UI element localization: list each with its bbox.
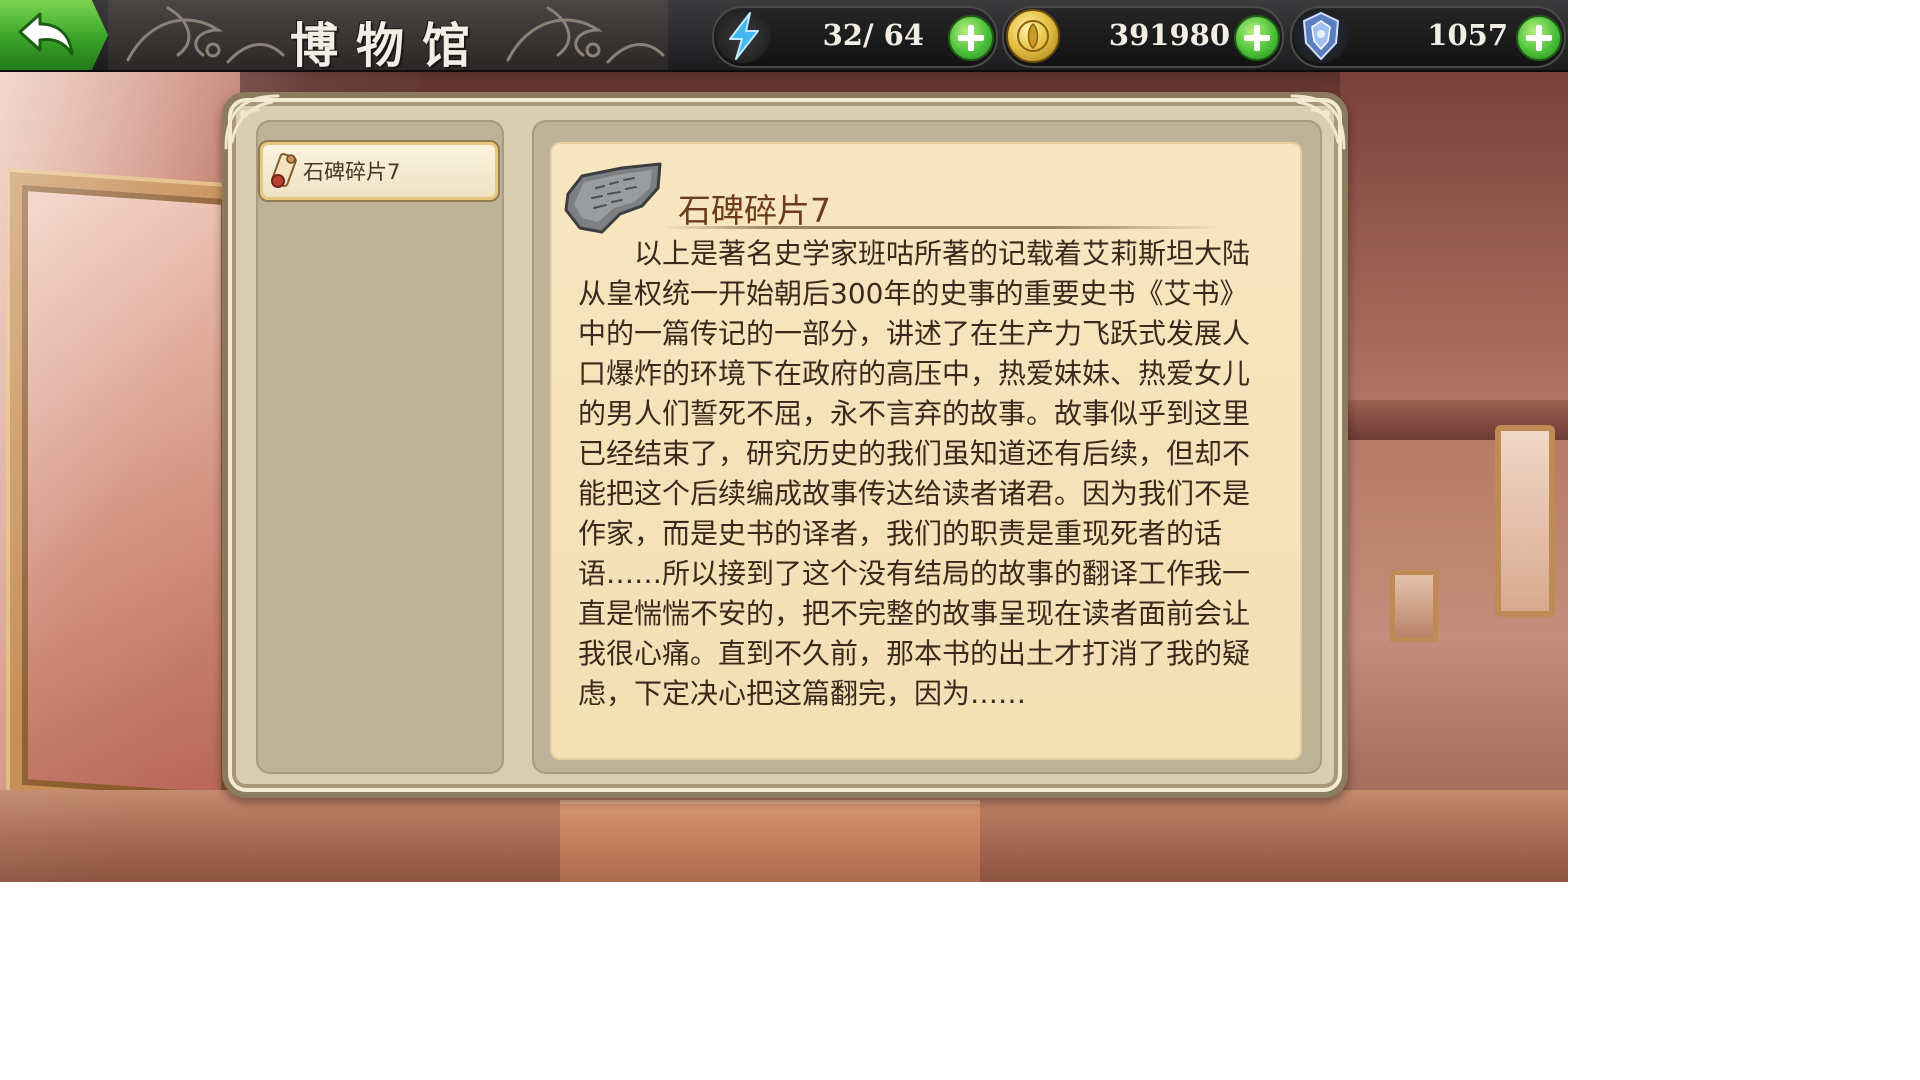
detail-panel: 石碑碎片7 以上是著名史学家班咕所著的记载着艾莉斯坦大陆从皇权统一开始朝后300…	[532, 120, 1322, 774]
detail-card: 石碑碎片7 以上是著名史学家班咕所著的记载着艾莉斯坦大陆从皇权统一开始朝后300…	[550, 142, 1302, 760]
background-bench	[560, 800, 980, 882]
collection-item-label: 石碑碎片7	[303, 160, 401, 184]
add-gems-button[interactable]	[1516, 15, 1562, 61]
gold-coin-icon	[1006, 9, 1060, 63]
collection-list: 石碑碎片7	[256, 120, 504, 774]
background-small-painting	[1390, 570, 1438, 642]
gold-counter: 391980	[1002, 6, 1284, 68]
gem-counter: 1057	[1290, 6, 1566, 68]
top-bar: 博物馆 32/ 64 391980 1057	[0, 0, 1568, 74]
page-title: 博物馆	[290, 18, 489, 74]
scroll-icon	[271, 153, 297, 188]
stamina-value: 32/ 64	[822, 18, 924, 52]
background-painting-frame	[10, 171, 239, 813]
back-arrow-icon	[18, 12, 74, 56]
item-title: 石碑碎片7	[678, 191, 831, 230]
gem-value: 1057	[1427, 18, 1508, 52]
gold-value: 391980	[1108, 18, 1230, 52]
back-button[interactable]	[0, 0, 108, 70]
crystal-shield-icon	[1294, 9, 1348, 63]
collection-item-stone-fragment-7[interactable]: 石碑碎片7	[260, 142, 498, 200]
item-description: 以上是著名史学家班咕所著的记载着艾莉斯坦大陆从皇权统一开始朝后300年的史事的重…	[578, 237, 1251, 710]
museum-panel: 石碑碎片7 石碑碎片7 以上是著名史学家班咕所著的记载着艾莉斯坦大陆从皇权统一开…	[222, 92, 1348, 798]
title-divider	[662, 226, 1222, 229]
background-right-painting	[1495, 425, 1555, 617]
add-stamina-button[interactable]	[948, 15, 994, 61]
stamina-counter: 32/ 64	[712, 6, 998, 68]
stone-tablet-fragment-icon	[564, 162, 662, 234]
museum-screen: 博物馆 32/ 64 391980 1057 石碑碎片7 石碑碎片7 以上是著名…	[0, 0, 1568, 882]
add-gold-button[interactable]	[1234, 15, 1280, 61]
lightning-icon	[716, 9, 770, 63]
